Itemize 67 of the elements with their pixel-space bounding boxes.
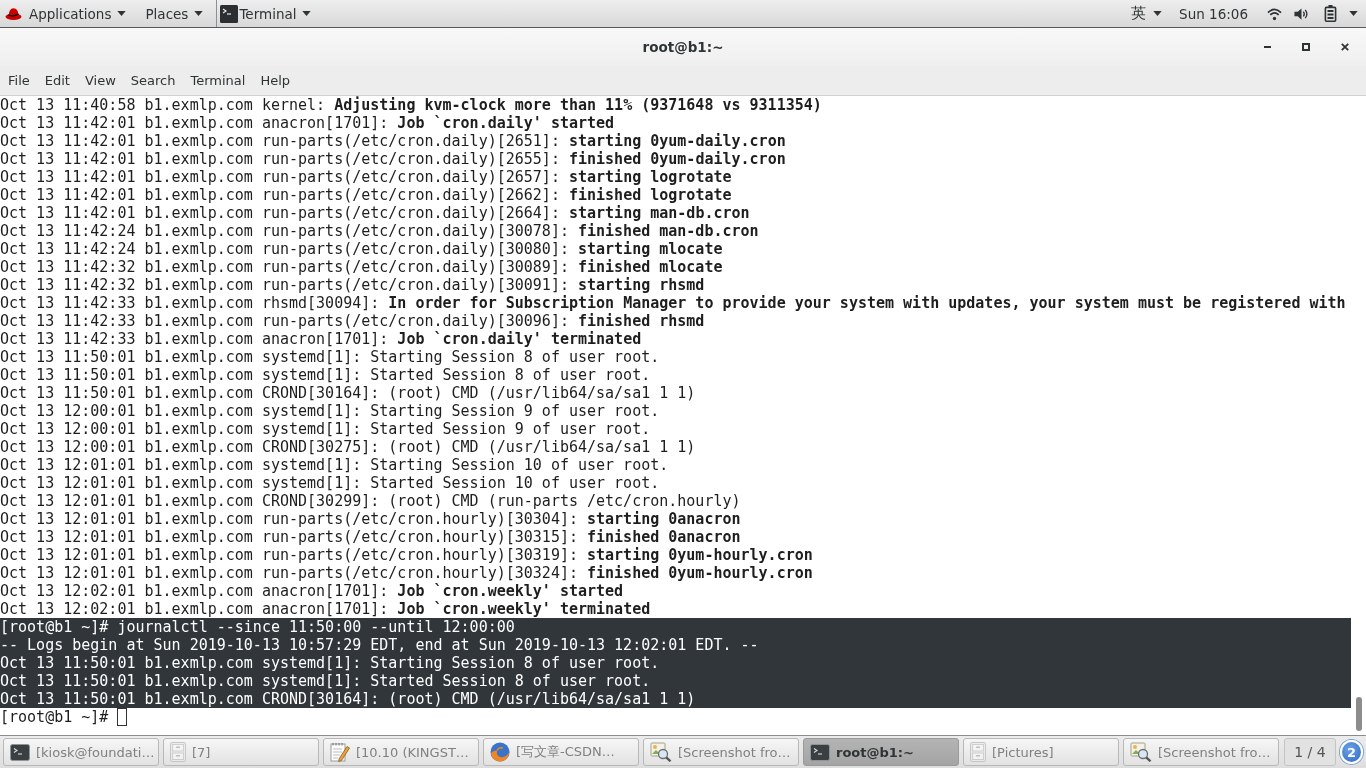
terminal-icon [220, 4, 239, 23]
hat-icon [5, 6, 22, 21]
taskbar-button[interactable]: [写文章-CSDN… [483, 738, 639, 766]
terminal-line: Oct 13 12:02:01 b1.exmlp.com anacron[1701]: Job `cron.weekly' terminated [0, 600, 651, 618]
terminal-line: Oct 13 12:01:01 b1.exmlp.com run-parts(/etc/cron.hourly)[30319]: starting 0yum-hourly.cron [0, 546, 813, 564]
terminal-line: Oct 13 11:42:33 b1.exmlp.com rhsmd[30094]: In order for Subscription Manager to provide your system with updates, your system must be registered with [0, 294, 1346, 312]
terminal-line: Oct 13 11:42:33 b1.exmlp.com run-parts(/etc/cron.daily)[30096]: finished rhsmd [0, 312, 705, 330]
terminal-line: Oct 13 11:40:58 b1.exmlp.com kernel: Adjusting kvm-clock more than 11% (9371648 vs 9311354) [0, 96, 822, 114]
terminal-line: Oct 13 11:50:01 b1.exmlp.com CROND[30164]: (root) CMD (/usr/lib64/sa/sa1 1 1) [0, 384, 696, 402]
terminal-line: Oct 13 11:42:33 b1.exmlp.com anacron[1701]: Job `cron.daily' terminated [0, 330, 642, 348]
maximize-icon [1302, 43, 1310, 51]
taskbar-button[interactable]: root@b1:~ [803, 738, 959, 766]
terminal-line: Oct 13 12:01:01 b1.exmlp.com systemd[1]: Started Session 10 of user root. [0, 474, 660, 492]
terminal-line: Oct 13 11:42:01 b1.exmlp.com run-parts(/etc/cron.daily)[2662]: finished logrotate [0, 186, 732, 204]
terminal-line: Oct 13 11:42:01 b1.exmlp.com run-parts(/etc/cron.daily)[2664]: starting man-db.cron [0, 204, 750, 222]
places-menu[interactable]: Places [145, 0, 204, 27]
caret-icon [117, 11, 127, 16]
app-menu[interactable]: Terminal [220, 0, 312, 27]
menu-item[interactable]: Terminal [190, 69, 246, 92]
caret-icon [302, 11, 312, 16]
minimize-icon [1263, 46, 1271, 48]
applications-menu[interactable]: Applications [5, 0, 127, 27]
caret-icon [1349, 11, 1358, 16]
terminal-line: Oct 13 12:01:01 b1.exmlp.com run-parts(/etc/cron.hourly)[30324]: finished 0yum-hourly.cron [0, 564, 813, 582]
drawer-icon [170, 742, 186, 762]
terminal-line: Oct 13 12:02:01 b1.exmlp.com anacron[1701]: Job `cron.weekly' started [0, 582, 624, 600]
terminal-line: Oct 13 11:42:01 b1.exmlp.com run-parts(/etc/cron.daily)[2651]: starting 0yum-daily.cron [0, 132, 786, 150]
input-method-menu[interactable]: 英 [1131, 0, 1163, 27]
terminal-line: Oct 13 11:42:01 b1.exmlp.com anacron[1701]: Job `cron.daily' started [0, 114, 615, 132]
menu-item[interactable]: File [8, 69, 30, 92]
globe-icon [490, 742, 510, 762]
drawer-icon [970, 742, 986, 762]
clock[interactable]: Sun 16:06 [1179, 0, 1248, 27]
terminal-line: Oct 13 12:01:01 b1.exmlp.com systemd[1]: Starting Session 10 of user root. [0, 456, 669, 474]
photo-magnifier-icon [650, 742, 672, 762]
terminal-line: Oct 13 11:42:32 b1.exmlp.com run-parts(/etc/cron.daily)[30091]: starting rhsmd [0, 276, 705, 294]
terminal-icon [810, 743, 830, 761]
terminal-icon [10, 743, 30, 761]
menu-item[interactable]: Search [130, 69, 176, 92]
terminal-line: Oct 13 12:00:01 b1.exmlp.com systemd[1]: Starting Session 9 of user root. [0, 402, 660, 420]
caret-icon [194, 11, 204, 16]
terminal-line: Oct 13 11:42:32 b1.exmlp.com run-parts(/etc/cron.daily)[30089]: finished mlocate [0, 258, 723, 276]
terminal-line: Oct 13 11:42:24 b1.exmlp.com run-parts(/etc/cron.daily)[30080]: starting mlocate [0, 240, 723, 258]
terminal-line: Oct 13 12:01:01 b1.exmlp.com run-parts(/etc/cron.hourly)[30315]: finished 0anacron [0, 528, 741, 546]
terminal-line: Oct 13 12:01:01 b1.exmlp.com CROND[30299]: (root) CMD (run-parts /etc/cron.hourly) [0, 492, 741, 510]
workspace-switcher[interactable]: 1 / 4 [1284, 738, 1336, 766]
terminal-line: Oct 13 11:50:01 b1.exmlp.com systemd[1]: Starting Session 8 of user root. [0, 348, 660, 366]
terminal-line: Oct 13 12:00:01 b1.exmlp.com systemd[1]: Started Session 9 of user root. [0, 420, 651, 438]
volume-icon [1294, 6, 1309, 21]
terminal-line: Oct 13 11:42:01 b1.exmlp.com run-parts(/etc/cron.daily)[2657]: starting logrotate [0, 168, 732, 186]
scrollbar-thumb[interactable] [1355, 697, 1362, 731]
notepad-icon [330, 742, 350, 762]
photo-magnifier-icon [1130, 742, 1152, 762]
wifi-icon [1267, 6, 1282, 21]
menu-item[interactable]: Edit [44, 69, 70, 92]
menu-item[interactable]: View [84, 69, 116, 92]
terminal-line: Oct 13 12:00:01 b1.exmlp.com CROND[30275]: (root) CMD (/usr/lib64/sa/sa1 1 1) [0, 438, 696, 456]
terminal-line: Oct 13 11:42:24 b1.exmlp.com run-parts(/etc/cron.daily)[30078]: finished man-db.cron [0, 222, 759, 240]
battery-icon [1324, 5, 1337, 22]
close-icon [1341, 43, 1349, 51]
terminal-line: Oct 13 11:50:01 b1.exmlp.com systemd[1]: Started Session 8 of user root. [0, 366, 651, 384]
terminal-line: Oct 13 11:42:01 b1.exmlp.com run-parts(/etc/cron.daily)[2655]: finished 0yum-daily.cron [0, 150, 786, 168]
window-title: root@b1:~ [642, 39, 724, 55]
caret-icon [1153, 11, 1163, 16]
terminal-line: Oct 13 12:01:01 b1.exmlp.com run-parts(/etc/cron.hourly)[30304]: starting 0anacron [0, 510, 741, 528]
menu-item[interactable]: Help [260, 69, 291, 92]
shell-prompt: [root@b1 ~]# [0, 708, 109, 726]
